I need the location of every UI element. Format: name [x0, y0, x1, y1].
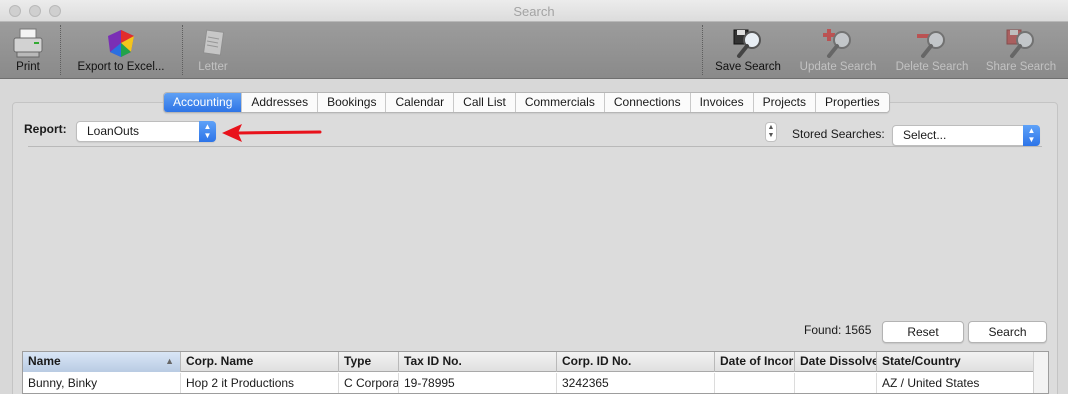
update-search-icon: [823, 29, 851, 58]
reset-button[interactable]: Reset: [882, 321, 964, 343]
column-header-type[interactable]: Type: [339, 352, 399, 372]
toolbar-separator: [702, 25, 703, 75]
column-header-label: Name: [28, 354, 61, 368]
stored-searches-value: Select...: [903, 128, 947, 142]
print-label: Print: [16, 61, 40, 73]
report-label: Report:: [24, 122, 67, 136]
chevron-updown-icon: ▲ ▼: [1023, 125, 1040, 146]
share-search-button[interactable]: Share Search: [982, 22, 1060, 79]
table-header: Name ▲ Corp. Name Type Tax ID No. Corp. …: [23, 352, 1048, 372]
sort-ascending-icon: ▲: [165, 356, 174, 366]
cell-corp-id: 3242365: [557, 373, 715, 393]
tab-bookings[interactable]: Bookings: [317, 93, 386, 112]
cell-date-dissolved: [795, 373, 877, 393]
column-header-date-dissolved[interactable]: Date Dissolve: [795, 352, 877, 372]
cell-state-country: AZ / United States: [877, 373, 1048, 393]
tab-properties[interactable]: Properties: [814, 93, 889, 112]
tab-connections[interactable]: Connections: [603, 93, 690, 112]
column-header-date-incorporated[interactable]: Date of Incor: [715, 352, 795, 372]
report-select-value: LoanOuts: [87, 124, 140, 138]
cell-tax-id: 19-78995: [399, 373, 557, 393]
tab-calendar[interactable]: Calendar: [385, 93, 454, 112]
letter-button[interactable]: Letter: [190, 22, 236, 79]
cell-name: Bunny, Binky: [23, 373, 181, 393]
delete-search-label: Delete Search: [895, 61, 969, 73]
column-header-corp-name[interactable]: Corp. Name: [181, 352, 339, 372]
column-header-tax-id[interactable]: Tax ID No.: [399, 352, 557, 372]
red-arrow-annotation: [222, 124, 322, 142]
column-header-state-country[interactable]: State/Country: [877, 352, 1048, 372]
tab-invoices[interactable]: Invoices: [689, 93, 753, 112]
toolbar-separator: [60, 25, 61, 75]
column-header-corp-id[interactable]: Corp. ID No.: [557, 352, 715, 372]
export-to-excel-button[interactable]: Export to Excel...: [70, 22, 172, 79]
tab-bar: Accounting Addresses Bookings Calendar C…: [163, 92, 890, 113]
column-header-name[interactable]: Name ▲: [23, 352, 181, 372]
tab-commercials[interactable]: Commercials: [514, 93, 604, 112]
cell-type: C Corpora: [339, 373, 399, 393]
printer-icon: [13, 28, 43, 58]
save-search-icon: [733, 29, 761, 58]
share-search-icon: [1006, 29, 1034, 58]
tab-call-list[interactable]: Call List: [453, 93, 515, 112]
title-bar: Search: [0, 0, 1068, 22]
window-title: Search: [513, 4, 555, 19]
divider: [28, 146, 1042, 147]
stored-searches-select[interactable]: Select... ▲ ▼: [892, 125, 1040, 146]
tab-accounting[interactable]: Accounting: [164, 93, 242, 112]
share-search-label: Share Search: [985, 61, 1057, 73]
update-search-button[interactable]: Update Search: [796, 22, 880, 79]
toolbar: Print Export to Excel... Letter Save Sea…: [0, 22, 1068, 79]
results-table: Name ▲ Corp. Name Type Tax ID No. Corp. …: [22, 351, 1049, 394]
delete-search-button[interactable]: Delete Search: [892, 22, 972, 79]
tab-projects[interactable]: Projects: [752, 93, 815, 112]
chevron-updown-icon: ▲ ▼: [199, 121, 216, 142]
stored-searches-label: Stored Searches:: [792, 127, 885, 141]
found-count: Found: 1565: [804, 323, 872, 337]
report-select[interactable]: LoanOuts ▲ ▼: [76, 121, 216, 142]
excel-chart-icon: [108, 30, 134, 57]
update-search-label: Update Search: [799, 61, 877, 73]
save-search-button[interactable]: Save Search: [712, 22, 784, 79]
search-button[interactable]: Search: [968, 321, 1047, 343]
toolbar-separator: [182, 25, 183, 75]
tab-addresses[interactable]: Addresses: [241, 93, 318, 112]
table-scrollbar[interactable]: [1033, 352, 1048, 393]
export-label: Export to Excel...: [77, 61, 165, 73]
save-search-label: Save Search: [715, 61, 781, 73]
letter-icon: [202, 29, 225, 56]
chevron-updown-icon[interactable]: ▲ ▼: [765, 122, 777, 142]
cell-date-incorporated: [715, 373, 795, 393]
print-button[interactable]: Print: [2, 22, 54, 79]
delete-search-icon: [917, 31, 945, 58]
table-row[interactable]: Bunny, Binky Hop 2 it Productions C Corp…: [23, 373, 1048, 393]
letter-label: Letter: [198, 61, 228, 73]
cell-corp-name: Hop 2 it Productions: [181, 373, 339, 393]
